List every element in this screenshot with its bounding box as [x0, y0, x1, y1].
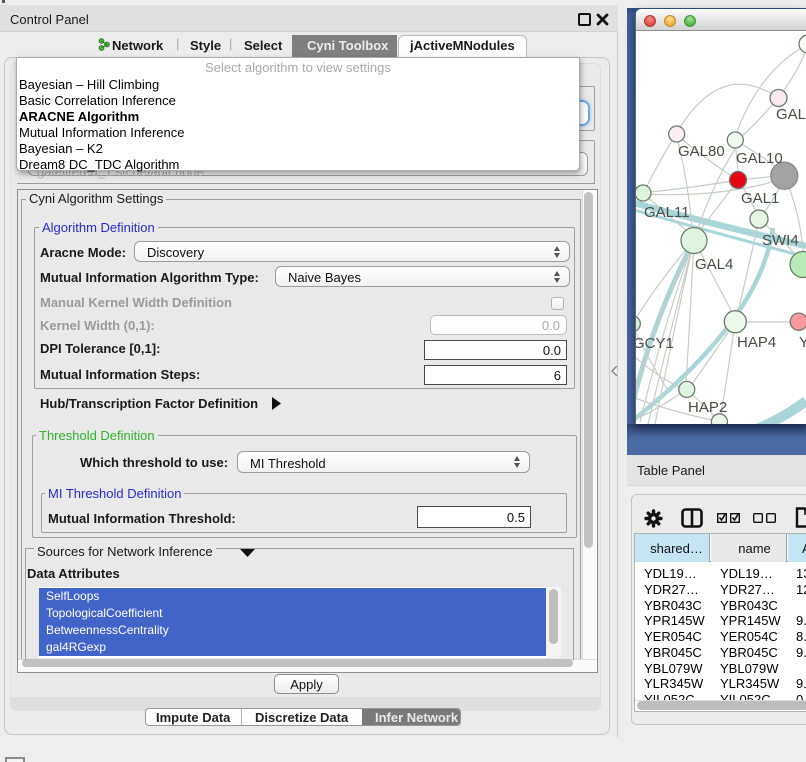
svg-text:GAL4: GAL4 — [695, 256, 733, 273]
svg-text:GAL7: GAL7 — [776, 106, 806, 123]
svg-text:YEL009C: YEL009C — [799, 334, 806, 351]
svg-text:GAL80: GAL80 — [678, 143, 725, 160]
svg-text:GCY1: GCY1 — [636, 335, 674, 352]
svg-text:GAL1: GAL1 — [741, 190, 779, 207]
svg-text:SWI4: SWI4 — [762, 232, 799, 249]
svg-text:GAL11: GAL11 — [644, 204, 690, 221]
svg-text:HAP2: HAP2 — [688, 399, 727, 416]
svg-text:GAL10: GAL10 — [736, 150, 783, 167]
svg-text:HAP4: HAP4 — [737, 334, 776, 351]
